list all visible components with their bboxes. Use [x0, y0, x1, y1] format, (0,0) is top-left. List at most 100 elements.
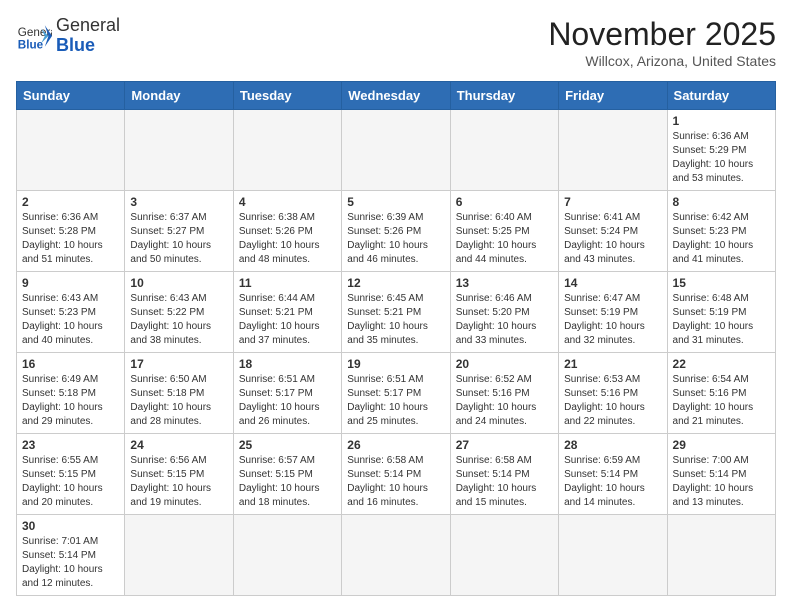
calendar-day-cell: [450, 110, 558, 191]
calendar-day-cell: [233, 110, 341, 191]
day-number: 7: [564, 195, 661, 209]
calendar-title: November 2025: [548, 16, 776, 53]
day-number: 14: [564, 276, 661, 290]
calendar-day-cell: 21 Sunrise: 6:53 AMSunset: 5:16 PMDayligh…: [559, 353, 667, 434]
calendar-day-cell: 20Sunrise: 6:52 AMSunset: 5:16 PMDayligh…: [450, 353, 558, 434]
day-info: Sunrise: 6:52 AMSunset: 5:16 PMDaylight:…: [456, 373, 553, 429]
calendar-table: SundayMondayTuesdayWednesdayThursdayFrid…: [16, 81, 776, 596]
weekday-header: Sunday: [17, 82, 125, 110]
calendar-day-cell: 30 Sunrise: 7:01 AMSunset: 5:14 PMDayligh…: [17, 515, 125, 596]
day-number: 21: [564, 357, 661, 371]
day-number: 16: [22, 357, 119, 371]
day-number: 1: [673, 114, 770, 128]
calendar-day-cell: 6Sunrise: 6:40 AMSunset: 5:25 PMDaylight…: [450, 191, 558, 272]
calendar-day-cell: 2Sunrise: 6:36 AMSunset: 5:28 PMDaylight…: [17, 191, 125, 272]
weekday-header: Thursday: [450, 82, 558, 110]
day-info: Sunrise: 6:48 AMSunset: 5:19 PMDaylight:…: [673, 292, 770, 348]
page-header: General Blue General Blue November 2025 …: [16, 16, 776, 69]
calendar-day-cell: 14Sunrise: 6:47 AMSunset: 5:19 PMDayligh…: [559, 272, 667, 353]
day-info: Sunrise: 6:58 AMSunset: 5:14 PMDaylight:…: [456, 454, 553, 510]
logo-text: General Blue: [56, 16, 120, 56]
weekday-header: Saturday: [667, 82, 775, 110]
calendar-day-cell: 3 Sunrise: 6:37 AMSunset: 5:27 PMDaylight…: [125, 191, 233, 272]
day-number: 26: [347, 438, 444, 452]
weekday-header: Tuesday: [233, 82, 341, 110]
calendar-day-cell: 5Sunrise: 6:39 AMSunset: 5:26 PMDaylight…: [342, 191, 450, 272]
day-number: 9: [22, 276, 119, 290]
calendar-day-cell: 27 Sunrise: 6:58 AMSunset: 5:14 PMDayligh…: [450, 434, 558, 515]
day-number: 15: [673, 276, 770, 290]
day-number: 2: [22, 195, 119, 209]
day-number: 25: [239, 438, 336, 452]
weekday-header: Friday: [559, 82, 667, 110]
day-info: Sunrise: 6:44 AMSunset: 5:21 PMDaylight:…: [239, 292, 336, 348]
day-info: Sunrise: 6:51 AMSunset: 5:17 PMDaylight:…: [347, 373, 444, 429]
day-number: 3: [130, 195, 227, 209]
day-number: 30: [22, 519, 119, 533]
day-info: Sunrise: 6:55 AMSunset: 5:15 PMDaylight:…: [22, 454, 119, 510]
calendar-day-cell: 11 Sunrise: 6:44 AMSunset: 5:21 PMDayligh…: [233, 272, 341, 353]
day-info: Sunrise: 6:46 AMSunset: 5:20 PMDaylight:…: [456, 292, 553, 348]
calendar-day-cell: 13 Sunrise: 6:46 AMSunset: 5:20 PMDayligh…: [450, 272, 558, 353]
day-info: Sunrise: 6:54 AMSunset: 5:16 PMDaylight:…: [673, 373, 770, 429]
weekday-header-row: SundayMondayTuesdayWednesdayThursdayFrid…: [17, 82, 776, 110]
day-number: 22: [673, 357, 770, 371]
calendar-day-cell: 18 Sunrise: 6:51 AMSunset: 5:17 PMDayligh…: [233, 353, 341, 434]
day-number: 10: [130, 276, 227, 290]
calendar-day-cell: 29Sunrise: 7:00 AMSunset: 5:14 PMDayligh…: [667, 434, 775, 515]
day-info: Sunrise: 6:57 AMSunset: 5:15 PMDaylight:…: [239, 454, 336, 510]
logo-icon: General Blue: [16, 18, 52, 54]
calendar-day-cell: [450, 515, 558, 596]
day-number: 18: [239, 357, 336, 371]
calendar-day-cell: 25 Sunrise: 6:57 AMSunset: 5:15 PMDayligh…: [233, 434, 341, 515]
day-number: 12: [347, 276, 444, 290]
day-number: 23: [22, 438, 119, 452]
calendar-day-cell: 23 Sunrise: 6:55 AMSunset: 5:15 PMDayligh…: [17, 434, 125, 515]
logo: General Blue General Blue: [16, 16, 120, 56]
day-number: 24: [130, 438, 227, 452]
calendar-day-cell: 1 Sunrise: 6:36 AMSunset: 5:29 PMDaylight…: [667, 110, 775, 191]
calendar-week-row: 30 Sunrise: 7:01 AMSunset: 5:14 PMDayligh…: [17, 515, 776, 596]
calendar-day-cell: 26 Sunrise: 6:58 AMSunset: 5:14 PMDayligh…: [342, 434, 450, 515]
calendar-week-row: 23 Sunrise: 6:55 AMSunset: 5:15 PMDayligh…: [17, 434, 776, 515]
calendar-day-cell: [125, 515, 233, 596]
day-info: Sunrise: 6:59 AMSunset: 5:14 PMDaylight:…: [564, 454, 661, 510]
day-number: 8: [673, 195, 770, 209]
calendar-week-row: 1 Sunrise: 6:36 AMSunset: 5:29 PMDaylight…: [17, 110, 776, 191]
calendar-day-cell: [233, 515, 341, 596]
day-info: Sunrise: 6:45 AMSunset: 5:21 PMDaylight:…: [347, 292, 444, 348]
day-number: 28: [564, 438, 661, 452]
day-number: 5: [347, 195, 444, 209]
day-number: 19: [347, 357, 444, 371]
day-number: 13: [456, 276, 553, 290]
calendar-day-cell: 28 Sunrise: 6:59 AMSunset: 5:14 PMDayligh…: [559, 434, 667, 515]
day-info: Sunrise: 6:43 AMSunset: 5:23 PMDaylight:…: [22, 292, 119, 348]
calendar-day-cell: 7 Sunrise: 6:41 AMSunset: 5:24 PMDaylight…: [559, 191, 667, 272]
day-info: Sunrise: 6:53 AMSunset: 5:16 PMDaylight:…: [564, 373, 661, 429]
day-info: Sunrise: 6:56 AMSunset: 5:15 PMDaylight:…: [130, 454, 227, 510]
day-info: Sunrise: 6:37 AMSunset: 5:27 PMDaylight:…: [130, 211, 227, 267]
day-info: Sunrise: 6:41 AMSunset: 5:24 PMDaylight:…: [564, 211, 661, 267]
day-info: Sunrise: 6:38 AMSunset: 5:26 PMDaylight:…: [239, 211, 336, 267]
day-number: 27: [456, 438, 553, 452]
calendar-day-cell: [342, 110, 450, 191]
day-number: 29: [673, 438, 770, 452]
day-info: Sunrise: 6:50 AMSunset: 5:18 PMDaylight:…: [130, 373, 227, 429]
calendar-day-cell: 22 Sunrise: 6:54 AMSunset: 5:16 PMDayligh…: [667, 353, 775, 434]
svg-text:Blue: Blue: [18, 38, 44, 51]
day-number: 11: [239, 276, 336, 290]
calendar-day-cell: [559, 110, 667, 191]
weekday-header: Monday: [125, 82, 233, 110]
calendar-day-cell: 17Sunrise: 6:50 AMSunset: 5:18 PMDayligh…: [125, 353, 233, 434]
day-info: Sunrise: 6:51 AMSunset: 5:17 PMDaylight:…: [239, 373, 336, 429]
calendar-day-cell: [559, 515, 667, 596]
calendar-subtitle: Willcox, Arizona, United States: [548, 53, 776, 69]
calendar-day-cell: [17, 110, 125, 191]
day-info: Sunrise: 6:43 AMSunset: 5:22 PMDaylight:…: [130, 292, 227, 348]
day-info: Sunrise: 7:01 AMSunset: 5:14 PMDaylight:…: [22, 535, 119, 591]
calendar-day-cell: 16Sunrise: 6:49 AMSunset: 5:18 PMDayligh…: [17, 353, 125, 434]
calendar-day-cell: [667, 515, 775, 596]
day-info: Sunrise: 6:58 AMSunset: 5:14 PMDaylight:…: [347, 454, 444, 510]
calendar-day-cell: 9 Sunrise: 6:43 AMSunset: 5:23 PMDaylight…: [17, 272, 125, 353]
day-info: Sunrise: 6:36 AMSunset: 5:29 PMDaylight:…: [673, 130, 770, 186]
